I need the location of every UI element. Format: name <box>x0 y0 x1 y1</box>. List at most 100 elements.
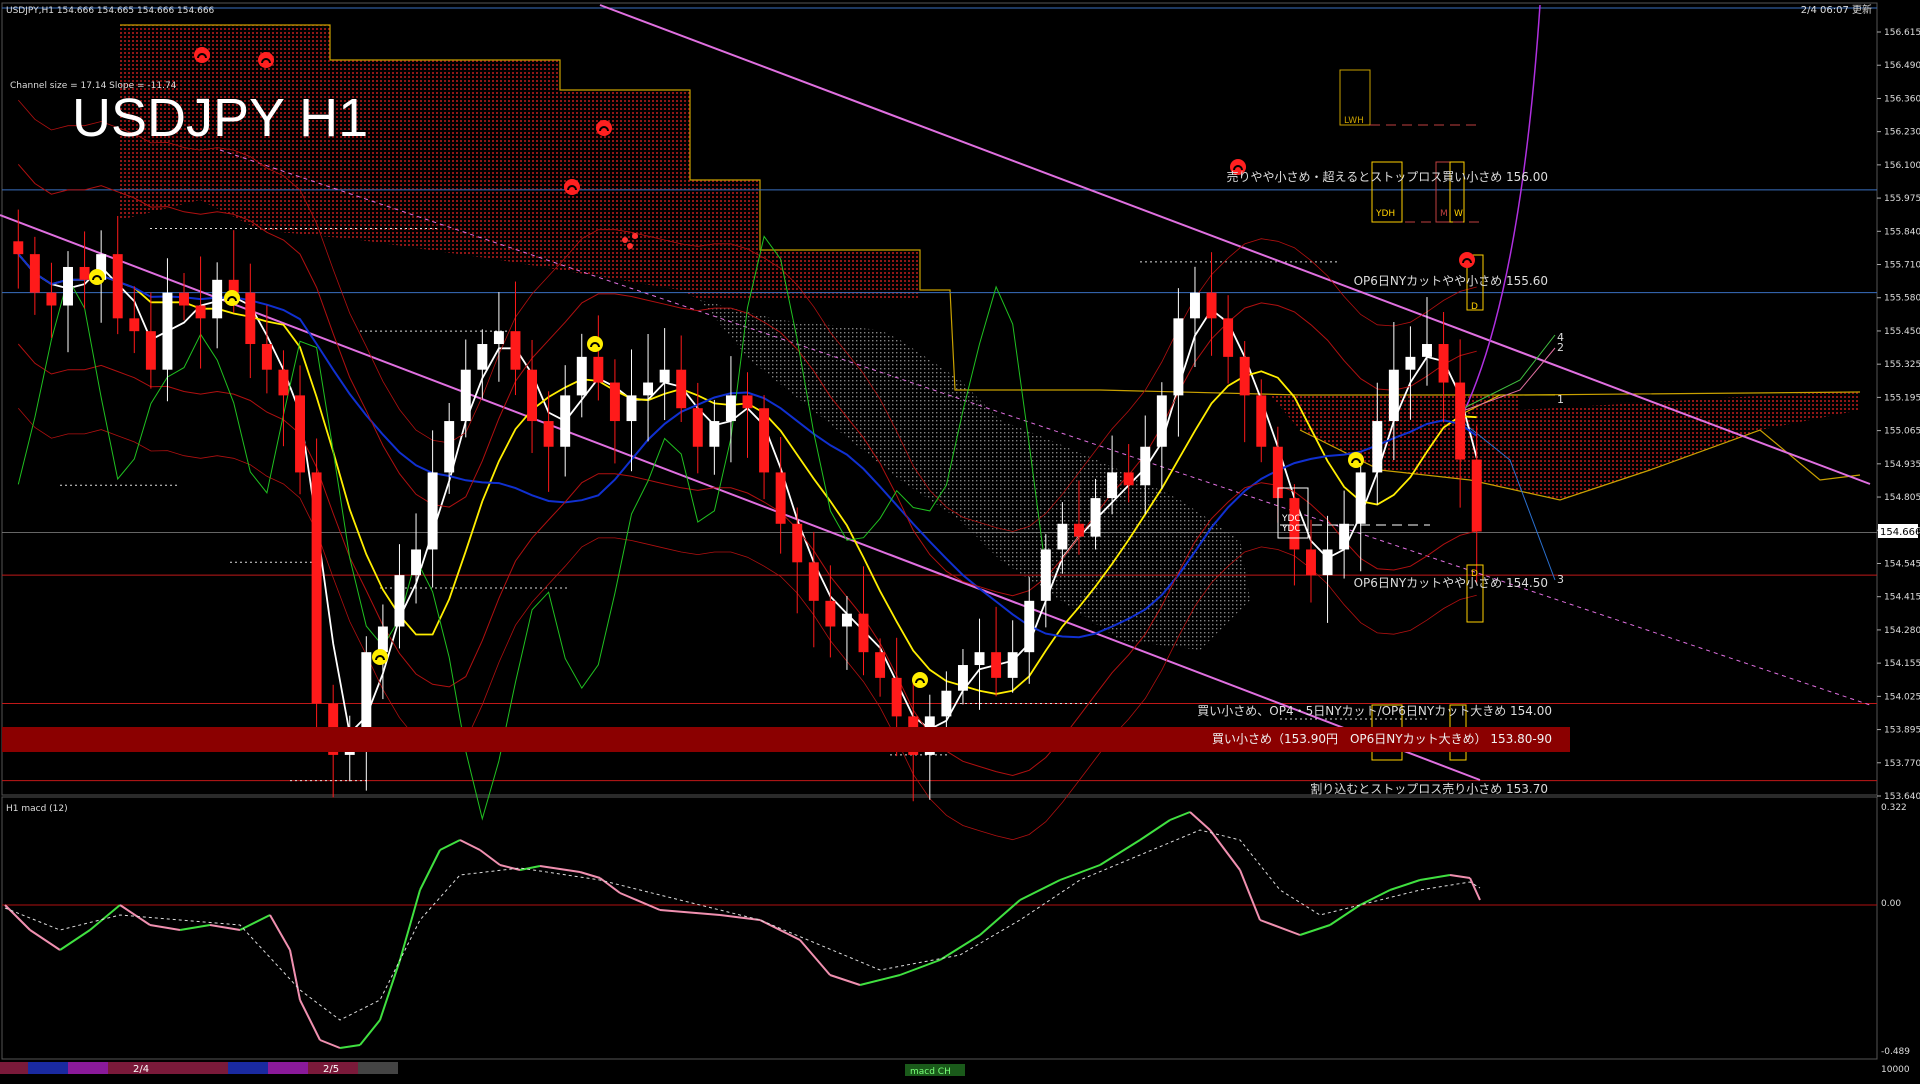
candle-body <box>1206 292 1217 319</box>
candle-body <box>1140 446 1151 486</box>
projection-label-1: 1 <box>1557 393 1564 406</box>
small-marker <box>622 237 628 243</box>
price-tick-label: 155.840 <box>1884 227 1920 237</box>
candle-body <box>576 356 587 396</box>
projection-label-2: 2 <box>1557 341 1564 354</box>
candle-body <box>1471 459 1482 532</box>
update-time: 2/4 06:07 更新 <box>1801 3 1872 16</box>
annotation-155-60: OP6日NYカットやや小さめ 155.60 <box>1354 274 1548 288</box>
candle-body <box>1256 395 1267 447</box>
price-tick-label: 155.450 <box>1884 327 1920 337</box>
macd-scroll-label: macd CH <box>910 1067 951 1077</box>
macd-bottom-value: 10000 <box>1881 1065 1910 1075</box>
candle-body <box>1405 356 1416 370</box>
candle-body <box>295 395 305 473</box>
price-tick-label: 156.100 <box>1884 161 1920 171</box>
candle-body <box>444 421 455 473</box>
price-tick-label: 154.805 <box>1884 493 1920 503</box>
price-tick-label: 155.580 <box>1884 294 1920 304</box>
candle-body <box>261 344 272 370</box>
candle-body <box>1190 292 1200 319</box>
candle-body <box>609 382 620 422</box>
small-marker <box>627 243 633 249</box>
macd-label-zero: 0.00 <box>1881 899 1901 909</box>
box-label-ydc-2: YDC <box>1281 524 1301 534</box>
box-label-m: M <box>1440 209 1448 219</box>
candle-body <box>1007 652 1018 678</box>
price-tick-label: 156.615 <box>1884 28 1920 38</box>
annotation-156-00: 売りやや小さめ・超えるとストップロス買い小さめ 156.00 <box>1227 169 1548 184</box>
candle-body <box>13 241 24 255</box>
box-label-d-top: D <box>1471 302 1478 312</box>
macd-title: H1 macd (12) <box>6 804 68 814</box>
candle-body <box>875 652 886 678</box>
candle-body <box>974 652 985 666</box>
candle-body <box>792 523 803 563</box>
candle-body <box>427 472 438 550</box>
candle-body <box>725 395 736 422</box>
candle-body <box>1223 318 1234 357</box>
candle-body <box>1123 472 1134 486</box>
price-tick-label: 153.640 <box>1884 792 1920 802</box>
price-tick-label: 154.155 <box>1884 659 1920 669</box>
candle-body <box>179 292 189 306</box>
candle-body <box>709 421 720 447</box>
candle-body <box>63 266 73 306</box>
candle-body <box>145 331 156 370</box>
chart-window: 156.615 156.490 156.360 156.230 156.100 155.9… <box>0 0 1920 1080</box>
candle-body <box>858 613 869 653</box>
price-tick-label: 155.195 <box>1884 393 1920 403</box>
price-tick-label: 153.895 <box>1884 726 1920 736</box>
box-label-ydh: YDH <box>1375 209 1395 219</box>
candle-body <box>1355 472 1366 524</box>
candle-body <box>1024 600 1035 653</box>
candle-body <box>775 472 786 524</box>
candle-body <box>841 613 852 627</box>
box-label-w: W <box>1454 209 1463 219</box>
candle-body <box>1173 318 1184 396</box>
candle-body <box>643 382 654 396</box>
candle-body <box>825 600 836 627</box>
candle-body <box>1422 344 1432 357</box>
candle-body <box>46 292 57 306</box>
candle-body <box>1040 549 1051 601</box>
annotation-153-70: 割り込むとストップロス売り小さめ 153.70 <box>1310 781 1548 796</box>
annotation-154-50: OP6日NYカットやや小さめ 154.50 <box>1354 576 1548 590</box>
candle-body <box>560 395 571 447</box>
price-tick-label: 153.770 <box>1884 759 1920 769</box>
candle-body <box>278 369 289 396</box>
candle-body <box>311 472 322 704</box>
price-tick-label: 154.545 <box>1884 559 1920 569</box>
candle-body <box>1388 369 1399 422</box>
chart-title: USDJPY H1 <box>72 88 368 148</box>
candle-body <box>676 369 687 409</box>
macd-label-top: 0.322 <box>1881 803 1907 813</box>
candle-body <box>129 318 140 332</box>
candle-body <box>1322 549 1333 576</box>
box-label-d-bottom: D <box>1471 569 1478 579</box>
annotation-153-80-90: 買い小さめ（153.90円 OP6日NYカット大きめ） 153.80-90 <box>1212 732 1552 746</box>
candle-body <box>1306 549 1316 576</box>
price-tick-label: 156.490 <box>1884 61 1920 71</box>
candle-body <box>1239 356 1250 396</box>
candle-body <box>1372 421 1383 473</box>
candle-body <box>941 690 952 717</box>
projection-label-3: 3 <box>1557 573 1564 586</box>
candle-body <box>477 344 488 370</box>
time-label-2-5: 2/5 <box>323 1064 339 1075</box>
candle-body <box>742 395 753 409</box>
candle-body <box>162 292 173 370</box>
candle-body <box>891 677 902 717</box>
current-price-value: 154.666 <box>1880 527 1920 538</box>
chart-header: USDJPY,H1 154.666 154.665 154.666 154.66… <box>6 6 215 16</box>
candle-body <box>1057 523 1068 550</box>
small-marker <box>632 233 638 239</box>
price-tick-label: 154.025 <box>1884 692 1920 702</box>
candle-body <box>527 369 538 422</box>
candle-body <box>510 331 521 370</box>
price-tick-label: 155.065 <box>1884 427 1920 437</box>
candle-body <box>593 356 604 383</box>
annotation-154-00: 買い小さめ、OP4・5日NYカット/OP6日NYカット大きめ 154.00 <box>1197 704 1552 718</box>
box-label-ydc-1: YDC <box>1281 514 1301 524</box>
candle-body <box>991 652 1002 678</box>
